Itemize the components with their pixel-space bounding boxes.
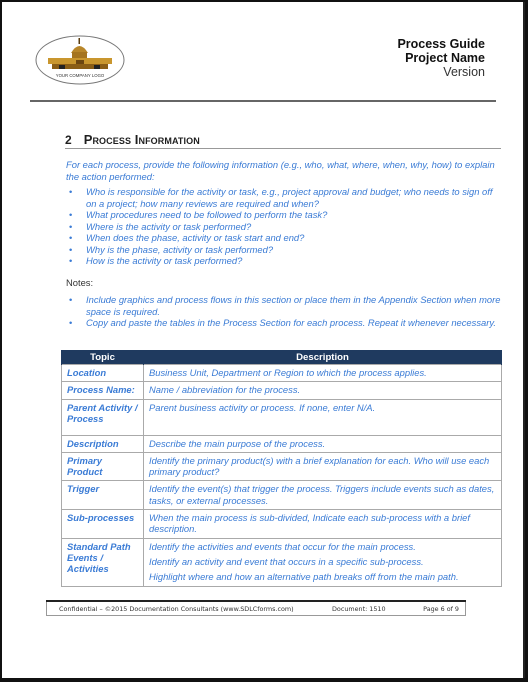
notes-list: • Include graphics and process flows in t… bbox=[66, 294, 502, 329]
footer-confidential: Confidential – ©2015 Documentation Consu… bbox=[59, 605, 294, 613]
list-item: • Include graphics and process flows in t… bbox=[69, 294, 501, 317]
table-row: Location Business Unit, Department or Re… bbox=[61, 363, 502, 383]
section-intro: For each process, provide the following … bbox=[66, 159, 495, 182]
footer-document-number: Document: 1510 bbox=[332, 605, 386, 613]
topic-cell: Trigger bbox=[61, 480, 144, 511]
topic-cell: Primary Product bbox=[61, 451, 144, 482]
list-item: • How is the activity or task performed? bbox=[69, 255, 243, 266]
section-heading: 2 Process Information bbox=[65, 132, 200, 147]
bullet-icon: • bbox=[69, 186, 73, 197]
footer-page-number: Page 6 of 9 bbox=[423, 605, 459, 613]
topic-cell: Description bbox=[61, 434, 144, 453]
topic-cell: Sub-processes bbox=[61, 509, 144, 539]
project-name: Project Name bbox=[405, 51, 485, 65]
bullet-icon: • bbox=[69, 294, 73, 305]
description-cell: Name / abbreviation for the process. bbox=[143, 381, 502, 400]
list-item: • Who is responsible for the activity or … bbox=[69, 186, 493, 209]
description-cell: Identify the primary product(s) with a b… bbox=[143, 451, 502, 482]
topic-cell: Standard Path Events / Activities bbox=[61, 537, 144, 587]
topic-cell: Location bbox=[61, 363, 144, 383]
list-item: • Copy and paste the tables in the Proces… bbox=[69, 317, 496, 328]
description-cell: Parent business activity or process. If … bbox=[143, 398, 502, 436]
table-row: Description Describe the main purpose of… bbox=[61, 434, 502, 453]
company-logo: YOUR COMPANY LOGO bbox=[35, 35, 125, 85]
table-row: Parent Activity / Process Parent busines… bbox=[61, 398, 502, 436]
process-table: Topic Description Location Business Unit… bbox=[61, 350, 502, 587]
header-divider bbox=[30, 100, 496, 102]
document-page: YOUR COMPANY LOGO Process Guide Project … bbox=[2, 2, 525, 678]
table-row: Trigger Identify the event(s) that trigg… bbox=[61, 480, 502, 511]
table-header-row: Topic Description bbox=[61, 350, 502, 365]
list-item: • Where is the activity or task performed… bbox=[69, 220, 252, 232]
capitol-building-icon: YOUR COMPANY LOGO bbox=[35, 35, 125, 85]
description-cell: Business Unit, Department or Region to w… bbox=[143, 363, 502, 383]
table-row: Process Name: Name / abbreviation for th… bbox=[61, 381, 502, 400]
bullet-icon: • bbox=[69, 243, 73, 255]
bullet-icon: • bbox=[69, 232, 73, 243]
version-label: Version bbox=[443, 65, 485, 79]
section-number: 2 bbox=[65, 133, 72, 147]
topic-cell: Process Name: bbox=[61, 381, 144, 400]
logo-text: YOUR COMPANY LOGO bbox=[56, 73, 105, 78]
bullet-icon: • bbox=[69, 317, 73, 328]
bullet-icon: • bbox=[69, 209, 73, 220]
notes-label: Notes: bbox=[66, 277, 94, 288]
page-footer: Confidential – ©2015 Documentation Consu… bbox=[46, 602, 466, 616]
list-item: • Why is the phase, activity or task perf… bbox=[69, 243, 274, 255]
column-header-description: Description bbox=[143, 350, 502, 365]
table-row: Sub-processes When the main process is s… bbox=[61, 509, 502, 539]
list-item: • When does the phase, activity or task s… bbox=[69, 232, 305, 243]
topic-cell: Parent Activity / Process bbox=[61, 398, 144, 436]
bullet-icon: • bbox=[69, 255, 73, 266]
question-list: • Who is responsible for the activity or … bbox=[66, 186, 502, 267]
section-title: Process Information bbox=[83, 132, 200, 147]
bullet-icon: • bbox=[69, 220, 73, 232]
table-row: Primary Product Identify the primary pro… bbox=[61, 451, 502, 482]
section-divider bbox=[65, 148, 501, 149]
list-item: • What procedures need to be followed to … bbox=[69, 209, 328, 220]
document-header: Process Guide Project Name Version bbox=[397, 37, 485, 79]
column-header-topic: Topic bbox=[61, 350, 144, 365]
document-title: Process Guide bbox=[397, 37, 485, 51]
description-cell: Identify the activities and events that … bbox=[143, 537, 502, 587]
table-row: Standard Path Events / Activities Identi… bbox=[61, 537, 502, 587]
description-cell: Describe the main purpose of the process… bbox=[143, 434, 502, 453]
description-cell: Identify the event(s) that trigger the p… bbox=[143, 480, 502, 511]
description-cell: When the main process is sub-divided, In… bbox=[143, 509, 502, 539]
